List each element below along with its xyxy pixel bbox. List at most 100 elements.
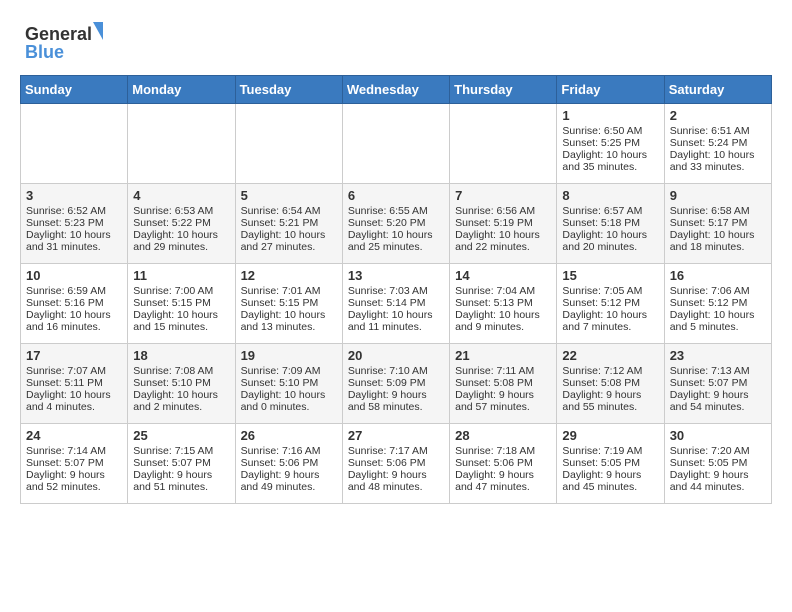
cell-content-line: Sunrise: 7:08 AM: [133, 365, 229, 377]
weekday-header-sunday: Sunday: [21, 76, 128, 104]
cell-content-line: Sunset: 5:07 PM: [133, 457, 229, 469]
cell-content-line: Sunrise: 7:13 AM: [670, 365, 766, 377]
cell-content-line: Daylight: 10 hours and 7 minutes.: [562, 309, 658, 333]
cell-content-line: Sunrise: 7:05 AM: [562, 285, 658, 297]
cell-content-line: Daylight: 9 hours and 44 minutes.: [670, 469, 766, 493]
weekday-header-saturday: Saturday: [664, 76, 771, 104]
cell-content-line: Sunset: 5:08 PM: [455, 377, 551, 389]
day-number: 22: [562, 348, 658, 363]
cell-content-line: Sunrise: 7:11 AM: [455, 365, 551, 377]
weekday-header-tuesday: Tuesday: [235, 76, 342, 104]
cell-content-line: Sunrise: 6:51 AM: [670, 125, 766, 137]
cell-content-line: Sunset: 5:07 PM: [26, 457, 122, 469]
cell-content-line: Daylight: 10 hours and 35 minutes.: [562, 149, 658, 173]
calendar-week-1: 1Sunrise: 6:50 AMSunset: 5:25 PMDaylight…: [21, 104, 772, 184]
svg-text:General: General: [25, 24, 92, 44]
calendar-cell: 28Sunrise: 7:18 AMSunset: 5:06 PMDayligh…: [450, 424, 557, 504]
day-number: 14: [455, 268, 551, 283]
cell-content-line: Sunrise: 6:54 AM: [241, 205, 337, 217]
cell-content-line: Daylight: 10 hours and 22 minutes.: [455, 229, 551, 253]
calendar-cell: 20Sunrise: 7:10 AMSunset: 5:09 PMDayligh…: [342, 344, 449, 424]
calendar-header: SundayMondayTuesdayWednesdayThursdayFrid…: [21, 76, 772, 104]
day-number: 26: [241, 428, 337, 443]
cell-content-line: Sunrise: 7:07 AM: [26, 365, 122, 377]
cell-content-line: Sunrise: 7:18 AM: [455, 445, 551, 457]
logo: General Blue: [20, 20, 110, 65]
cell-content-line: Sunset: 5:22 PM: [133, 217, 229, 229]
calendar-cell: 7Sunrise: 6:56 AMSunset: 5:19 PMDaylight…: [450, 184, 557, 264]
cell-content-line: Sunset: 5:10 PM: [241, 377, 337, 389]
calendar-cell: 6Sunrise: 6:55 AMSunset: 5:20 PMDaylight…: [342, 184, 449, 264]
day-number: 8: [562, 188, 658, 203]
calendar-cell: 4 Sunrise: 6:53 AMSunset: 5:22 PMDaylight…: [128, 184, 235, 264]
cell-content-line: Daylight: 10 hours and 9 minutes.: [455, 309, 551, 333]
cell-content-line: Daylight: 10 hours and 20 minutes.: [562, 229, 658, 253]
cell-content-line: Daylight: 10 hours and 11 minutes.: [348, 309, 444, 333]
cell-content-line: Daylight: 9 hours and 55 minutes.: [562, 389, 658, 413]
cell-content-line: Sunset: 5:16 PM: [26, 297, 122, 309]
cell-content-line: Sunrise: 7:16 AM: [241, 445, 337, 457]
cell-content-line: Sunrise: 6:53 AM: [133, 205, 229, 217]
calendar-cell: [342, 104, 449, 184]
day-number: 28: [455, 428, 551, 443]
day-number: 5: [241, 188, 337, 203]
cell-content-line: Daylight: 10 hours and 15 minutes.: [133, 309, 229, 333]
cell-content-line: Daylight: 10 hours and 27 minutes.: [241, 229, 337, 253]
cell-content-line: Sunrise: 6:58 AM: [670, 205, 766, 217]
cell-content-line: Sunrise: 7:09 AM: [241, 365, 337, 377]
day-number: 15: [562, 268, 658, 283]
cell-content-line: Daylight: 9 hours and 45 minutes.: [562, 469, 658, 493]
page-header: General Blue: [20, 20, 772, 65]
weekday-header-wednesday: Wednesday: [342, 76, 449, 104]
day-number: 4: [133, 188, 229, 203]
calendar-cell: 9Sunrise: 6:58 AMSunset: 5:17 PMDaylight…: [664, 184, 771, 264]
svg-text:Blue: Blue: [25, 42, 64, 62]
calendar-cell: 13Sunrise: 7:03 AMSunset: 5:14 PMDayligh…: [342, 264, 449, 344]
cell-content-line: Sunrise: 7:06 AM: [670, 285, 766, 297]
cell-content-line: Sunset: 5:20 PM: [348, 217, 444, 229]
day-number: 11: [133, 268, 229, 283]
calendar-cell: [450, 104, 557, 184]
weekday-header-monday: Monday: [128, 76, 235, 104]
cell-content-line: Daylight: 10 hours and 18 minutes.: [670, 229, 766, 253]
day-number: 16: [670, 268, 766, 283]
calendar-week-4: 17Sunrise: 7:07 AMSunset: 5:11 PMDayligh…: [21, 344, 772, 424]
calendar-cell: 11Sunrise: 7:00 AMSunset: 5:15 PMDayligh…: [128, 264, 235, 344]
cell-content-line: Daylight: 10 hours and 25 minutes.: [348, 229, 444, 253]
cell-content-line: Sunset: 5:15 PM: [241, 297, 337, 309]
cell-content-line: Sunset: 5:12 PM: [670, 297, 766, 309]
cell-content-line: Sunrise: 7:12 AM: [562, 365, 658, 377]
cell-content-line: Sunrise: 6:55 AM: [348, 205, 444, 217]
calendar-cell: 23Sunrise: 7:13 AMSunset: 5:07 PMDayligh…: [664, 344, 771, 424]
day-number: 17: [26, 348, 122, 363]
cell-content-line: Sunset: 5:23 PM: [26, 217, 122, 229]
calendar-cell: 19Sunrise: 7:09 AMSunset: 5:10 PMDayligh…: [235, 344, 342, 424]
day-number: 19: [241, 348, 337, 363]
cell-content-line: Sunset: 5:05 PM: [670, 457, 766, 469]
cell-content-line: Sunrise: 6:57 AM: [562, 205, 658, 217]
day-number: 7: [455, 188, 551, 203]
day-number: 30: [670, 428, 766, 443]
cell-content-line: Sunset: 5:25 PM: [562, 137, 658, 149]
cell-content-line: Daylight: 10 hours and 29 minutes.: [133, 229, 229, 253]
cell-content-line: Sunrise: 7:14 AM: [26, 445, 122, 457]
weekday-header-thursday: Thursday: [450, 76, 557, 104]
cell-content-line: Sunrise: 7:20 AM: [670, 445, 766, 457]
day-number: 20: [348, 348, 444, 363]
day-number: 21: [455, 348, 551, 363]
cell-content-line: Sunrise: 7:03 AM: [348, 285, 444, 297]
cell-content-line: Daylight: 9 hours and 48 minutes.: [348, 469, 444, 493]
calendar-cell: 3Sunrise: 6:52 AMSunset: 5:23 PMDaylight…: [21, 184, 128, 264]
cell-content-line: Sunset: 5:14 PM: [348, 297, 444, 309]
cell-content-line: Sunset: 5:19 PM: [455, 217, 551, 229]
cell-content-line: Sunrise: 6:59 AM: [26, 285, 122, 297]
cell-content-line: Daylight: 10 hours and 4 minutes.: [26, 389, 122, 413]
calendar-cell: 29Sunrise: 7:19 AMSunset: 5:05 PMDayligh…: [557, 424, 664, 504]
cell-content-line: Sunset: 5:13 PM: [455, 297, 551, 309]
calendar-cell: [235, 104, 342, 184]
cell-content-line: Daylight: 10 hours and 5 minutes.: [670, 309, 766, 333]
calendar-week-2: 3Sunrise: 6:52 AMSunset: 5:23 PMDaylight…: [21, 184, 772, 264]
cell-content-line: Sunrise: 7:10 AM: [348, 365, 444, 377]
cell-content-line: Sunrise: 7:01 AM: [241, 285, 337, 297]
cell-content-line: Daylight: 9 hours and 57 minutes.: [455, 389, 551, 413]
